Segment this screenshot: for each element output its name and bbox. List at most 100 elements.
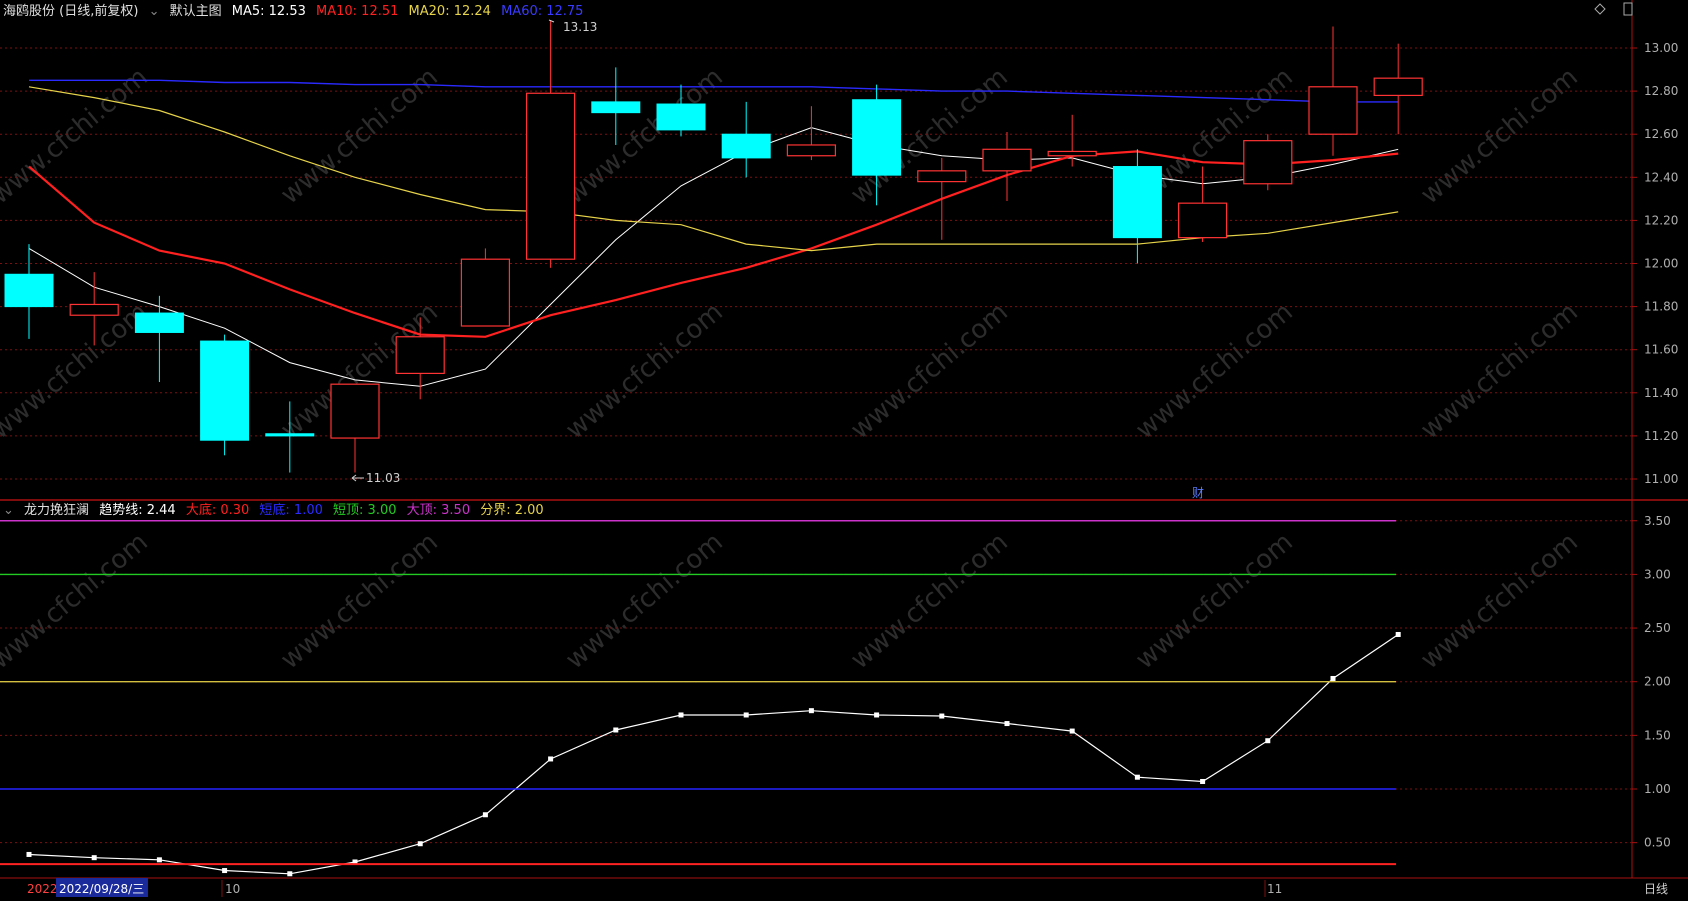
ma5-value: MA5: 12.53 <box>231 4 306 19</box>
y-tick-label: 12.00 <box>1644 257 1678 271</box>
watermark-text: www.cfchi.com <box>560 527 729 675</box>
window-controls <box>1594 2 1633 16</box>
y-tick-label: 12.80 <box>1644 84 1678 98</box>
trend-point <box>743 712 749 718</box>
trend-point <box>1330 675 1336 681</box>
y-tick-label: 13.00 <box>1644 41 1678 55</box>
finance-marker[interactable]: 财 <box>1192 486 1204 500</box>
big-top-value: 大顶: 3.50 <box>406 503 471 518</box>
trend-point <box>287 871 293 877</box>
month-oct: 10 <box>225 882 240 896</box>
y-tick-label: 0.50 <box>1644 836 1671 850</box>
stock-label: 海鸥股份 (日线,前复权) <box>3 4 139 19</box>
candle-body <box>1243 140 1293 185</box>
watermark-text: www.cfchi.com <box>560 297 729 445</box>
y-tick-label: 12.60 <box>1644 127 1678 141</box>
ma20-value: MA20: 12.24 <box>408 4 491 19</box>
watermark-text: www.cfchi.com <box>1415 62 1584 210</box>
y-tick-label: 3.50 <box>1644 514 1671 528</box>
y-tick-label: 11.60 <box>1644 343 1678 357</box>
trend-point <box>613 727 619 733</box>
candle-body <box>721 133 771 159</box>
candle <box>1308 26 1358 156</box>
low-label: 11.03 <box>366 471 400 485</box>
trend-point <box>939 713 945 719</box>
big-bottom-value: 大底: 0.30 <box>185 503 250 518</box>
trend-point <box>1200 778 1206 784</box>
candle-body <box>1112 166 1162 239</box>
template-label[interactable]: 默认主图 <box>170 4 222 19</box>
candle-body <box>4 273 54 308</box>
trend-point <box>808 708 814 714</box>
cursor-date: 2022/09/28/三 <box>59 882 144 896</box>
candle <box>460 248 510 327</box>
trend-point <box>222 868 228 874</box>
high-annotation: 13.13 <box>548 19 597 34</box>
candle-body <box>591 101 641 114</box>
candle-body <box>1047 150 1097 157</box>
candle-body <box>525 92 576 260</box>
ma60-value: MA60: 12.75 <box>501 4 584 19</box>
diamond-icon[interactable] <box>1594 3 1606 15</box>
trend-point <box>156 857 162 863</box>
date-axis: 2022 2022/09/28/三 10 11 日线 <box>27 878 1668 897</box>
y-tick-label: 2.50 <box>1644 621 1671 635</box>
y-tick-label: 12.40 <box>1644 170 1678 184</box>
candle-body <box>69 303 119 316</box>
trend-point <box>1265 738 1271 744</box>
trend-point <box>874 712 880 718</box>
y-tick-label: 1.00 <box>1644 782 1671 796</box>
candle-body <box>460 258 510 327</box>
trend-line <box>28 634 1399 875</box>
y-tick-label: 12.20 <box>1644 213 1678 227</box>
watermark-text: www.cfchi.com <box>1415 527 1584 675</box>
watermark-text: www.cfchi.com <box>275 527 444 675</box>
trend-point <box>417 841 423 847</box>
candle-body <box>265 433 315 437</box>
watermark-text: www.cfchi.com <box>845 297 1014 445</box>
candle <box>1112 149 1162 264</box>
candle <box>330 383 380 473</box>
candle-body <box>786 144 837 157</box>
y-tick-label: 11.80 <box>1644 300 1678 314</box>
watermark-text: www.cfchi.com <box>0 527 154 675</box>
watermark-text: www.cfchi.com <box>560 62 729 210</box>
candle-body <box>330 383 380 439</box>
candle-body <box>1308 86 1358 135</box>
trend-point <box>1134 774 1140 780</box>
y-tick-label: 11.40 <box>1644 386 1678 400</box>
candle-body <box>852 99 902 176</box>
candle <box>200 334 250 456</box>
candle <box>1243 134 1293 191</box>
ma10-value: MA10: 12.51 <box>316 4 399 19</box>
price-axes: 11.00 11.20 11.40 11.60 11.80 12.00 12.20 12.40… <box>1632 41 1678 850</box>
dropdown-icon[interactable]: ⌄ <box>149 4 160 19</box>
dropdown-icon[interactable]: ⌄ <box>3 503 14 518</box>
y-tick-label: 1.50 <box>1644 728 1671 742</box>
candle-body <box>1373 77 1423 97</box>
trend-point <box>26 851 32 857</box>
trend-point <box>1395 631 1401 637</box>
watermark-text: www.cfchi.com <box>1130 527 1299 675</box>
candle-body <box>200 340 250 441</box>
main-header: 海鸥股份 (日线,前复权) ⌄ 默认主图 MA5: 12.53 MA10: 12… <box>3 0 589 19</box>
trend-point <box>678 712 684 718</box>
chart-canvas: www.cfchi.com www.cfchi.com www.cfchi.com w… <box>0 0 1688 897</box>
candle-body <box>656 103 706 131</box>
trend-point <box>91 855 97 861</box>
short-bottom-value: 短底: 1.00 <box>259 503 323 518</box>
boundary-value: 分界: 2.00 <box>480 503 544 518</box>
candle-body <box>982 148 1032 172</box>
panel-toggle-icon[interactable] <box>1623 2 1633 16</box>
candle <box>786 106 837 161</box>
trend-point <box>548 756 554 762</box>
period-button[interactable]: 日线 <box>1644 882 1668 896</box>
y-tick-label: 11.20 <box>1644 429 1678 443</box>
indicator-name[interactable]: 龙力挽狂澜 <box>24 503 89 518</box>
watermark-text: www.cfchi.com <box>1130 297 1299 445</box>
candle <box>917 157 967 240</box>
candle <box>721 101 771 178</box>
trend-point <box>1069 728 1075 734</box>
candle <box>982 132 1032 202</box>
watermark-text: www.cfchi.com <box>0 297 154 445</box>
